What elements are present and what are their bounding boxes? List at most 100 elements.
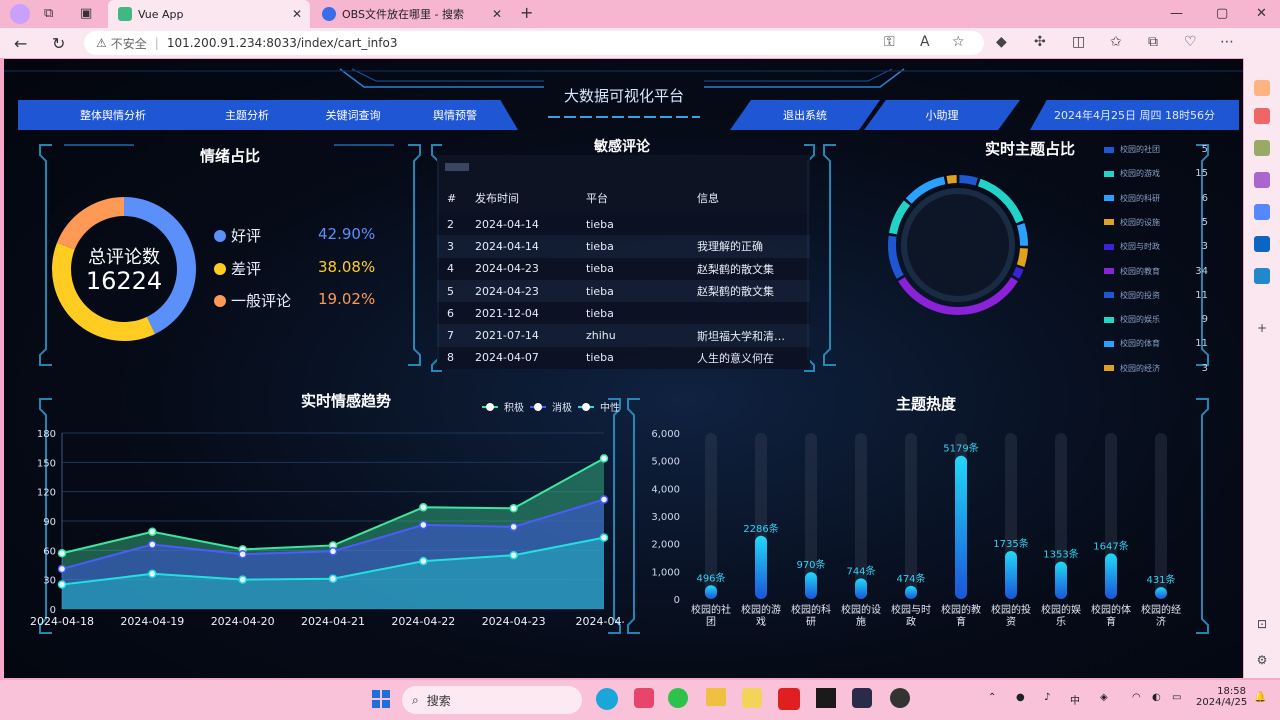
topic-legend-item[interactable]: 校园的社团 5 (1104, 144, 1214, 155)
data-point[interactable] (419, 503, 428, 512)
battery-icon[interactable]: ▭ (1172, 692, 1181, 703)
ring-segment-0[interactable] (959, 175, 978, 186)
data-point[interactable] (599, 533, 609, 542)
legend-label[interactable]: 积极 (504, 401, 524, 414)
bar[interactable] (1055, 561, 1067, 599)
pycharm-icon[interactable] (816, 688, 836, 708)
table-row[interactable]: 4 2024-04-23 tieba 赵梨鹤的散文集 (437, 257, 810, 280)
table-row[interactable]: 5 2024-04-23 tieba 赵梨鹤的散文集 (437, 279, 810, 303)
app2-icon[interactable] (852, 688, 872, 708)
topic-legend-item[interactable]: 校园的娱乐 9 (1104, 314, 1214, 325)
legend-label[interactable]: 中性 (600, 401, 620, 414)
data-point[interactable] (238, 575, 247, 584)
close-window-icon[interactable]: ✕ (1256, 6, 1267, 21)
topic-legend-item[interactable]: 校园的科研 6 (1104, 193, 1214, 204)
minimize-icon[interactable]: — (1170, 6, 1183, 21)
start-icon[interactable] (372, 690, 390, 708)
data-point[interactable] (599, 454, 609, 463)
donut-slice-2[interactable] (57, 197, 124, 250)
new-tab-icon[interactable]: + (520, 3, 533, 22)
app-icon[interactable] (634, 688, 654, 708)
data-point[interactable] (148, 569, 157, 579)
collections-icon[interactable]: ⧉ (1148, 34, 1158, 50)
ring-segment-3[interactable] (1016, 248, 1028, 267)
shopping-icon[interactable] (1254, 108, 1270, 124)
table-row[interactable]: 2 2024-04-14 tieba (437, 213, 810, 236)
legend-label[interactable]: 消极 (552, 401, 572, 414)
split-screen-icon[interactable]: ◫ (1072, 34, 1085, 50)
bar[interactable] (855, 578, 867, 599)
topic-legend-item[interactable]: 校园的投资 11 (1104, 290, 1214, 301)
table-row[interactable]: 7 2021-07-14 zhihu 斯坦福大学和清… (437, 324, 810, 347)
youdao-icon[interactable] (778, 688, 800, 710)
collections-icon[interactable]: ⧉ (44, 6, 53, 21)
ime-icon[interactable]: 中 (1070, 692, 1080, 707)
tools-icon[interactable] (1254, 140, 1270, 156)
data-point[interactable] (328, 574, 338, 583)
bar[interactable] (955, 455, 967, 599)
bar[interactable] (905, 585, 917, 599)
microsoft365-icon[interactable] (1254, 204, 1270, 220)
data-point[interactable] (57, 580, 67, 589)
ring-segment-9[interactable] (946, 175, 957, 184)
data-point[interactable] (419, 556, 428, 566)
read-aloud-icon[interactable]: A (920, 34, 930, 50)
data-point[interactable] (148, 527, 157, 537)
data-point[interactable] (148, 540, 157, 549)
topic-legend-item[interactable]: 校园与时政 3 (1104, 241, 1214, 252)
bar[interactable] (1155, 587, 1167, 599)
telegram-icon[interactable] (1254, 268, 1270, 284)
outlook-icon[interactable] (1254, 236, 1270, 252)
mic-icon[interactable]: ♪ (1044, 692, 1050, 703)
key-icon[interactable]: ⚿ (884, 34, 895, 50)
topic-legend-item[interactable]: 校园的设施 5 (1104, 217, 1214, 228)
wechat-icon[interactable] (668, 688, 688, 708)
file-explorer-icon[interactable] (706, 688, 726, 706)
data-point[interactable] (57, 549, 67, 558)
table-row[interactable]: 8 2024-04-07 tieba 人生的意义何在 (437, 346, 810, 370)
chevron-up-icon[interactable]: ⌃ (988, 692, 996, 703)
topic-legend-item[interactable]: 校园的经济 3 (1104, 363, 1214, 374)
topic-legend-item[interactable]: 校园的游戏 15 (1104, 168, 1214, 179)
workspaces-icon[interactable]: ▣ (80, 6, 92, 21)
url-field[interactable]: ⚠ 不安全 | 101.200.91.234:8033/index/cart_i… (84, 31, 984, 55)
tab-search[interactable]: OBS文件放在哪里 - 搜索 ✕ (312, 0, 510, 28)
qq-icon[interactable]: ● (1016, 692, 1025, 703)
notification-icon[interactable]: 🔔 (1254, 692, 1266, 703)
data-point[interactable] (509, 504, 518, 513)
close-icon[interactable]: ✕ (492, 7, 502, 21)
maximize-icon[interactable]: ▢ (1216, 6, 1228, 21)
tab-vue-app[interactable]: Vue App ✕ (108, 0, 310, 28)
topic-legend-item[interactable]: 校园的教育 34 (1104, 266, 1214, 277)
table-row[interactable]: 3 2024-04-14 tieba 我理解的正确 (437, 235, 810, 258)
data-point[interactable] (57, 564, 67, 574)
refresh-icon[interactable]: ↻ (52, 34, 65, 53)
games-icon[interactable] (1254, 172, 1270, 188)
bar[interactable] (705, 585, 717, 599)
back-icon[interactable]: ← (14, 34, 27, 53)
search-icon[interactable] (1254, 80, 1270, 96)
data-point[interactable] (599, 495, 609, 504)
table-row[interactable]: 6 2021-12-04 tieba (437, 302, 810, 325)
close-icon[interactable]: ✕ (292, 7, 302, 21)
edge-icon[interactable] (596, 688, 618, 710)
bar[interactable] (755, 535, 767, 599)
favorites-icon[interactable]: ✩ (1110, 34, 1122, 50)
settings-icon[interactable]: ⚙ (1254, 652, 1270, 668)
wifi-icon[interactable]: ◠ (1132, 692, 1141, 703)
ring-segment-2[interactable] (1016, 223, 1028, 246)
data-point[interactable] (328, 547, 338, 556)
add-icon[interactable]: + (1254, 320, 1270, 336)
volume-icon[interactable]: ◐ (1152, 692, 1161, 703)
screenshot-icon[interactable]: ⊡ (1254, 616, 1270, 632)
topic-legend-item[interactable]: 校园的体育 11 (1104, 338, 1214, 349)
data-point[interactable] (238, 549, 247, 559)
bar[interactable] (805, 572, 817, 599)
app-tray-icon[interactable]: ◈ (1100, 692, 1108, 703)
browser-essentials-icon[interactable]: ♡ (1184, 34, 1197, 50)
obs-icon[interactable] (890, 688, 910, 708)
clock[interactable]: 18:58 2024/4/25 (1196, 686, 1247, 708)
profile-avatar[interactable] (10, 4, 30, 24)
taskbar-search[interactable]: ⌕ 搜索 (402, 686, 582, 714)
extension-icon[interactable]: ◆ (996, 34, 1007, 50)
